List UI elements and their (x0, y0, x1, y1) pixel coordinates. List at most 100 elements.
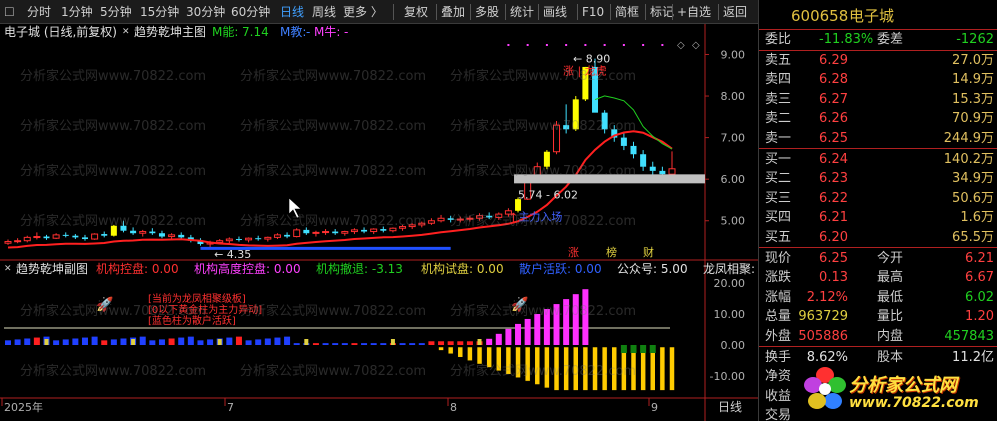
candle (149, 228, 156, 235)
candle (668, 151, 676, 179)
commission-ratio-row: 委比 -11.83% 委差 -1262 (759, 29, 997, 51)
toolbar-button-5[interactable]: F10 (582, 0, 604, 24)
event-tag[interactable]: 榜 (606, 245, 617, 259)
stock-name: 电子城 (849, 7, 895, 25)
candle (91, 233, 99, 240)
candle (408, 223, 416, 230)
histogram-bar (649, 345, 656, 391)
histogram-bar (447, 341, 454, 355)
histogram-bar (207, 339, 214, 345)
mouse-cursor-icon (288, 197, 302, 219)
toolbar-button-9[interactable]: 返回 (723, 0, 747, 24)
toolbar-divider (538, 4, 539, 20)
diamond-icon: ◇ (692, 40, 700, 51)
sub-indicator-item: 机构高度控盘: 0.00 (194, 261, 301, 277)
toolbar-button-2[interactable]: 多股 (475, 0, 499, 24)
sub-indicator-name[interactable]: 趋势乾坤副图 (16, 261, 88, 277)
sub-indicator-label: 机构试盘: (421, 262, 474, 276)
candle (293, 228, 301, 238)
candle (370, 228, 378, 235)
sub-indicator-label: 散户活跃: (519, 262, 572, 276)
main-y-tick-label: 6.00 (721, 173, 746, 186)
x-axis-label: 7 (227, 401, 234, 414)
histogram-bar (149, 340, 156, 345)
period-tab-6[interactable]: 日线 (280, 0, 304, 24)
candle (4, 239, 12, 245)
histogram-bar (53, 340, 60, 345)
ask-volume: 244.9万 (943, 130, 994, 146)
signal-dot (661, 44, 664, 46)
histogram-bar (62, 339, 69, 345)
close-indicator-icon[interactable]: ✕ (122, 24, 130, 40)
candle (72, 234, 79, 240)
flower-logo-icon (804, 367, 846, 409)
stat-value: 457843 (944, 328, 994, 344)
period-tab-5[interactable]: 60分钟 (231, 0, 270, 24)
support-band (514, 174, 705, 184)
histogram-bar (197, 340, 204, 345)
bid-row[interactable]: 买五 6.20 65.5万 (759, 227, 997, 249)
period-tab-2[interactable]: 5分钟 (100, 0, 132, 24)
candle (649, 161, 656, 176)
toolbar-button-1[interactable]: 叠加 (441, 0, 465, 24)
toolbar-button-4[interactable]: 画线 (543, 0, 567, 24)
histogram-bar (457, 341, 464, 358)
toolbar-button-7[interactable]: 标记 (650, 0, 674, 24)
histogram-bar (139, 336, 146, 345)
signal-dot (622, 44, 625, 46)
event-tag[interactable]: 涨 (568, 246, 579, 259)
period-tab-0[interactable]: 分时 (27, 0, 51, 24)
histogram-bar (640, 345, 647, 391)
candle (601, 110, 608, 134)
candle (101, 231, 108, 238)
main-indicator-name[interactable]: 趋势乾坤主图 (134, 24, 206, 40)
toolbar-nav-icon[interactable]: ☐ (4, 0, 15, 24)
histogram-bar (226, 337, 233, 345)
toolbar-button-3[interactable]: 统计 (510, 0, 534, 24)
histogram-bar (572, 294, 579, 391)
histogram-bar (264, 338, 271, 345)
histogram-bar (563, 299, 570, 391)
toolbar-button-0[interactable]: 复权 (404, 0, 428, 24)
wei-cha-value: -1262 (956, 32, 994, 47)
candle (418, 221, 426, 228)
histogram-bar (43, 336, 50, 345)
histogram-bar (130, 337, 137, 345)
histogram-bar (284, 336, 291, 345)
histogram-bar (466, 341, 473, 361)
candle (110, 224, 117, 237)
wei-bi-label: 委比 (765, 32, 792, 47)
toolbar-button-8[interactable]: +自选 (677, 0, 711, 24)
period-tab-1[interactable]: 1分钟 (61, 0, 93, 24)
period-tab-4[interactable]: 30分钟 (186, 0, 225, 24)
logo-url: www.70822.com (849, 395, 979, 411)
stat-row: 外盘 505886 内盘 457843 (759, 326, 997, 348)
toolbar-divider (505, 4, 506, 20)
ask-label: 卖一 (765, 130, 792, 146)
signal-dot (603, 44, 606, 46)
period-tab-7[interactable]: 周线 (312, 0, 336, 24)
rocket-icon: 🚀 (511, 296, 529, 313)
stat-value: 505886 (798, 328, 848, 344)
kline-chart[interactable]: 9.008.007.006.005.00◇ ◇← 8.90涨 | 龙虎← 4.35… (0, 24, 758, 421)
histogram-bar (245, 340, 252, 345)
sub-y-tick-label: -10.00 (710, 370, 745, 383)
histogram-bar (409, 343, 416, 345)
close-sub-indicator-icon[interactable]: ✕ (4, 261, 12, 277)
period-tab-3[interactable]: 15分钟 (140, 0, 179, 24)
toolbar-divider (577, 4, 578, 20)
period-button[interactable]: 日线 (718, 400, 742, 414)
candle (553, 120, 561, 155)
m-niu-label: M牛: (314, 25, 341, 39)
wei-bi-value: -11.83% (819, 32, 874, 47)
histogram-bar (543, 309, 550, 389)
period-tab-8[interactable]: 更多 〉 (343, 0, 383, 24)
sub-indicator-item: 公众号: 5.00 (617, 261, 688, 277)
candle (350, 228, 358, 235)
stock-period-label: 电子城 (日线,前复权) (4, 25, 117, 39)
histogram-bar (303, 339, 310, 345)
histogram-bar (168, 338, 175, 345)
ask-row[interactable]: 卖一 6.25 244.9万 (759, 128, 997, 150)
event-tag[interactable]: 财 (643, 245, 654, 259)
toolbar-button-6[interactable]: 简框 (615, 0, 639, 24)
